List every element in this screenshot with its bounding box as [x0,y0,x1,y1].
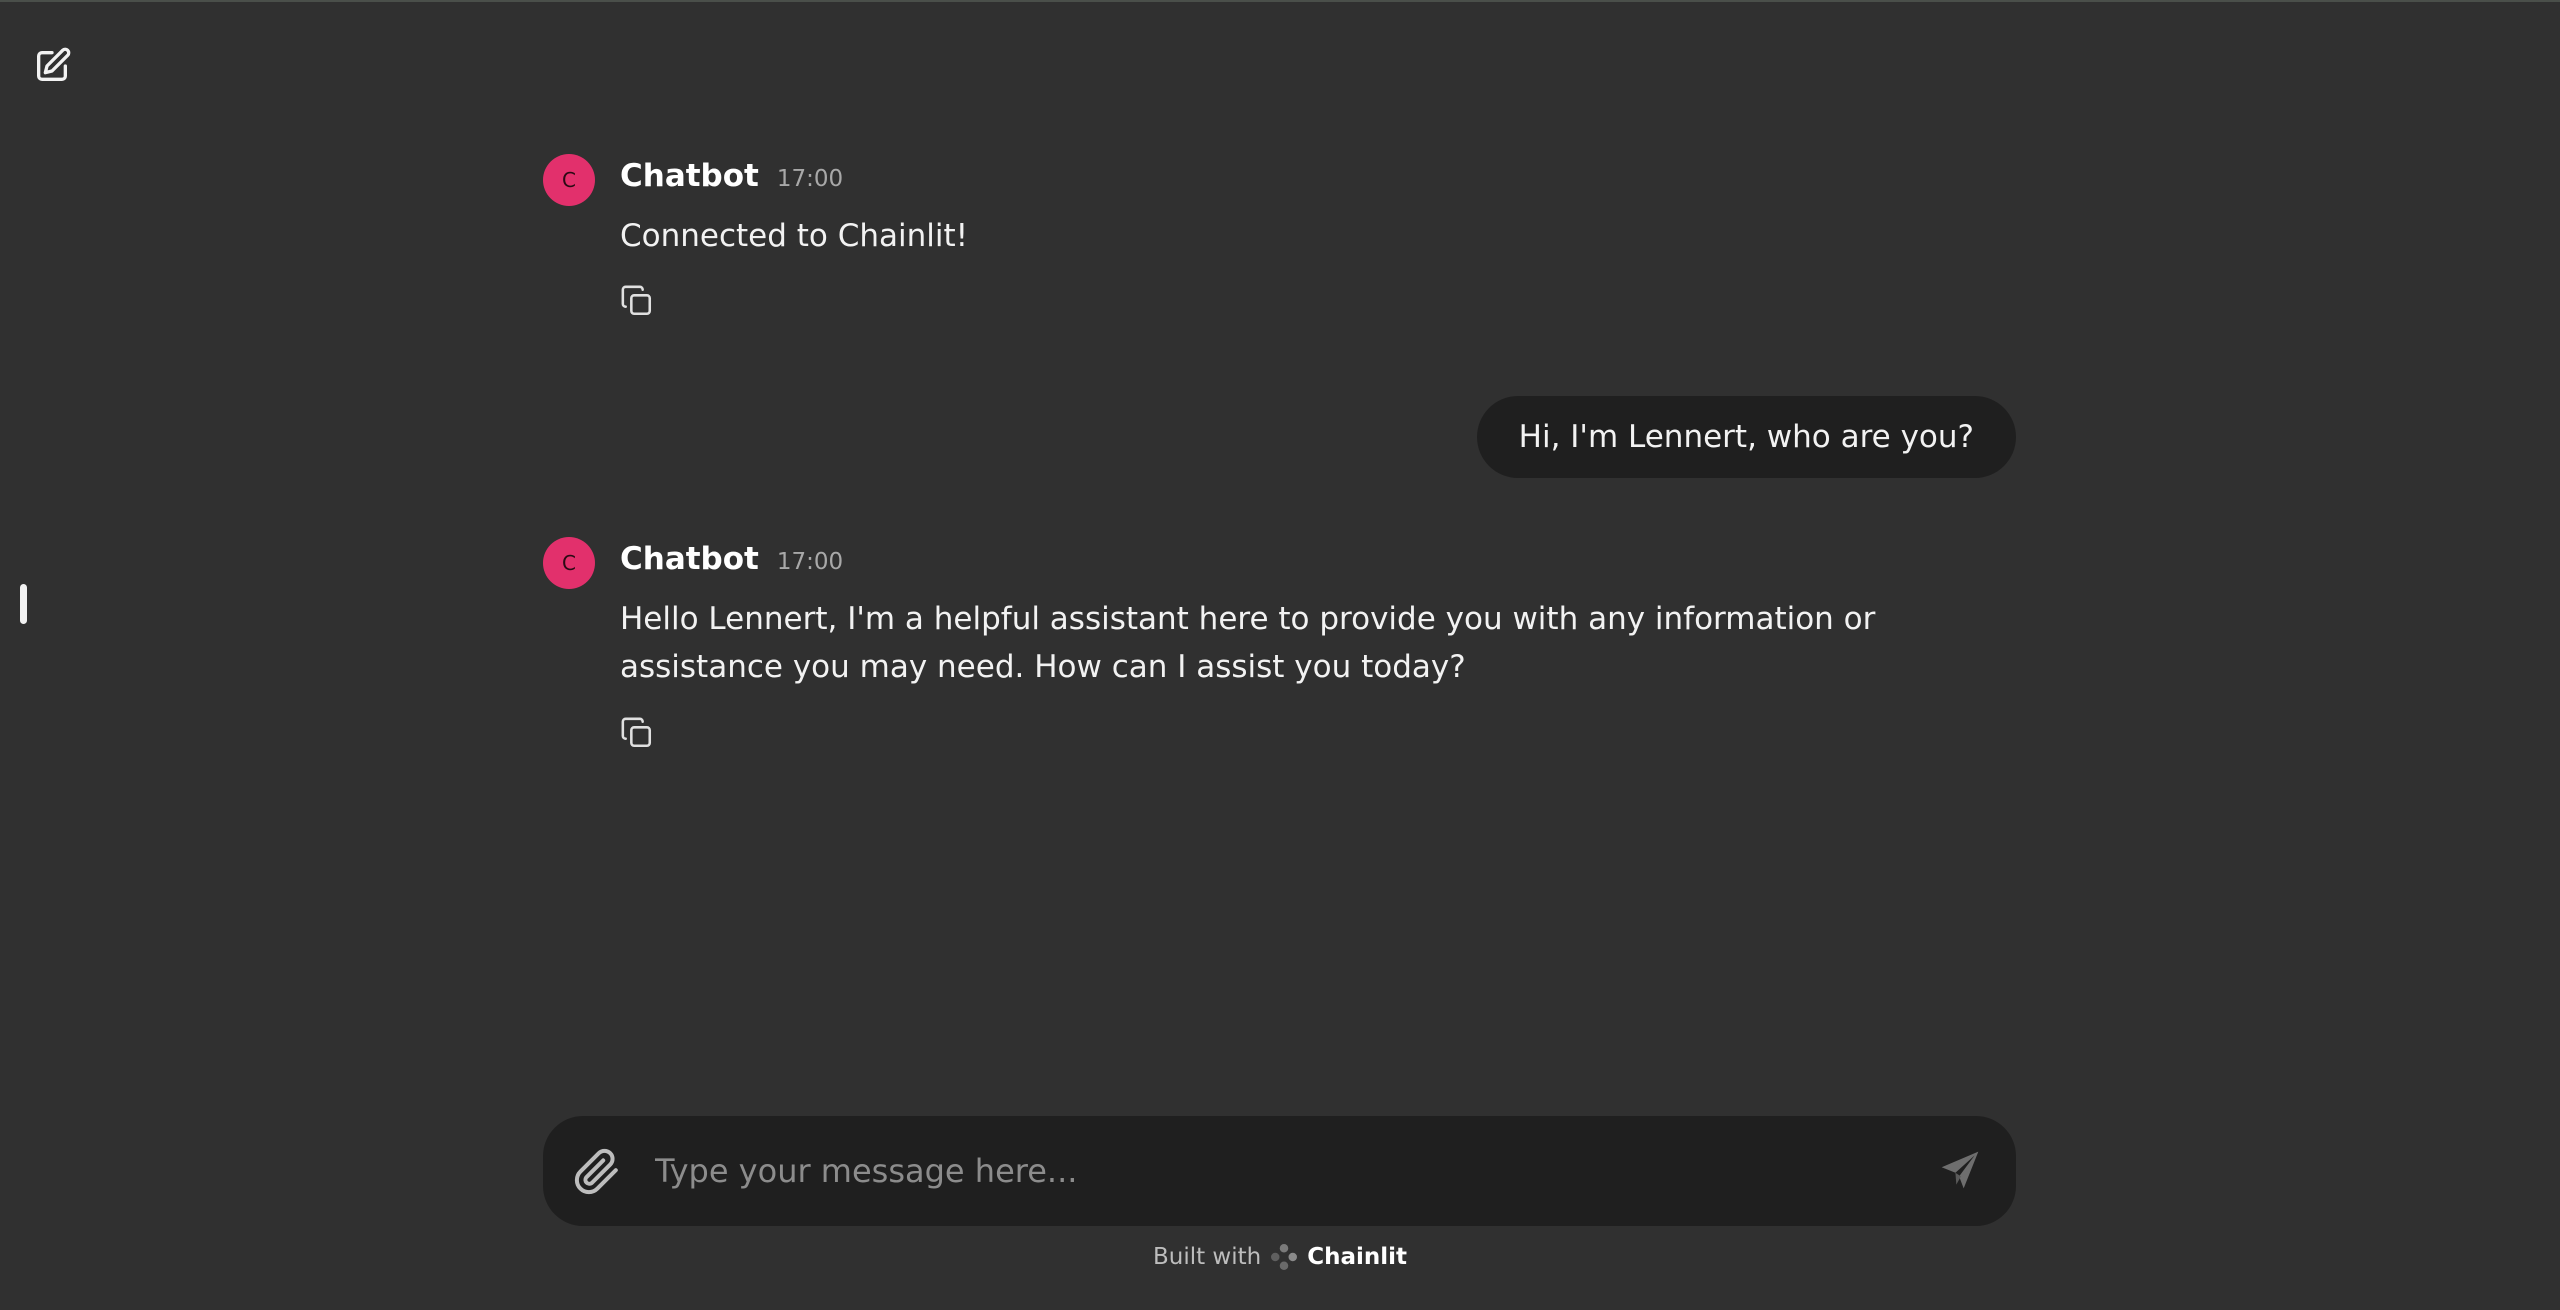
user-message-bubble: Hi, I'm Lennert, who are you? [1476,396,2016,478]
send-button[interactable] [1938,1148,1986,1196]
message-input[interactable] [655,1146,1895,1196]
send-icon [1941,1151,1979,1189]
message-text: Connected to Chainlit! [620,218,969,254]
copy-icon [621,717,652,748]
user-message-text: Hi, I'm Lennert, who are you? [1518,419,1974,455]
chainlit-logo-icon [1271,1244,1298,1270]
author-name: Chatbot [620,541,759,577]
message-composer [543,1116,2016,1226]
footer-prefix: Built with [1152,1244,1262,1270]
chat-app: C Chatbot 17:00 Connected to Chainlit! H… [0,0,2560,1310]
footer-credit: Built with Chainlit [0,1242,2560,1272]
footer-brand[interactable]: Chainlit [1307,1244,1407,1270]
sidebar-toggle-handle[interactable] [20,584,27,624]
message-text: Hello Lennert, I'm a helpful assistant h… [620,601,1876,685]
copy-button[interactable] [620,284,654,318]
copy-button[interactable] [620,716,654,750]
message-time: 17:00 [776,549,844,575]
copy-icon [621,285,652,316]
new-chat-button[interactable] [28,42,76,90]
message-time: 17:00 [776,166,844,192]
avatar: C [543,537,595,589]
attach-button[interactable] [573,1148,621,1196]
avatar-letter: C [562,551,576,575]
author-name: Chatbot [620,158,759,194]
edit-icon [37,47,71,82]
message-header: Chatbot 17:00 [620,158,843,194]
avatar-letter: C [562,168,576,192]
message-header: Chatbot 17:00 [620,541,843,577]
avatar: C [543,154,595,206]
paperclip-icon [574,1148,618,1195]
